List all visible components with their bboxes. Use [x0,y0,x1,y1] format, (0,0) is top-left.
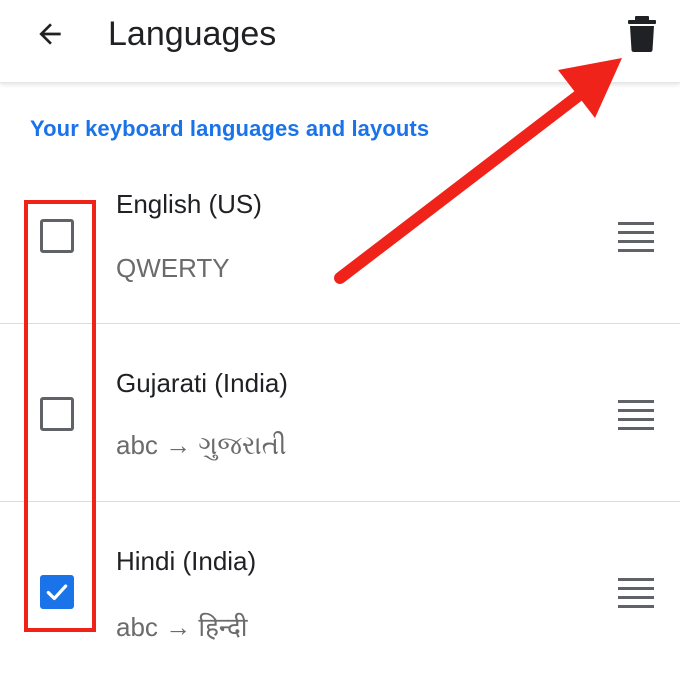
layout-name: abc → ગુજરાતી [116,430,287,460]
back-button[interactable] [28,12,72,56]
delete-button[interactable] [620,10,664,58]
app-bar: Languages [0,0,680,83]
checkbox-gujarati[interactable] [40,397,74,431]
page-title: Languages [108,15,277,53]
language-name: English (US) [116,189,262,219]
checkbox-english[interactable] [40,219,74,253]
language-name: Gujarati (India) [116,368,288,398]
layout-name: QWERTY [116,253,230,283]
list-item-gujarati[interactable]: Gujarati (India) abc → ગુજરાતી [0,323,680,502]
drag-handle-icon[interactable] [618,222,654,252]
check-icon [46,584,68,601]
layout-name: abc → हिन्दी [116,612,248,642]
language-name: Hindi (India) [116,546,257,576]
checkbox-hindi[interactable] [40,575,74,609]
drag-handle-icon[interactable] [618,578,654,608]
arrow-back-icon [39,23,61,45]
list-item-english[interactable]: English (US) QWERTY [0,145,680,323]
section-title: Your keyboard languages and layouts [30,116,430,141]
trash-icon [628,16,656,52]
drag-handle-icon[interactable] [618,400,654,430]
list-item-hindi[interactable]: Hindi (India) abc → हिन्दी [0,501,680,680]
